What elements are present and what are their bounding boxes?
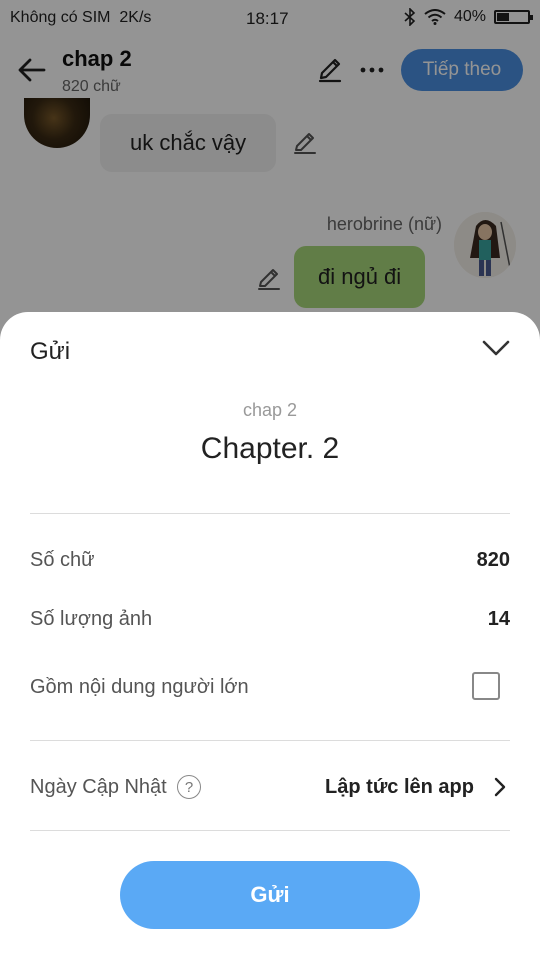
update-date-label: Ngày Cập Nhật xyxy=(30,776,167,798)
adult-content-checkbox[interactable] xyxy=(472,672,500,700)
chevron-down-icon[interactable] xyxy=(480,334,512,362)
chapter-name: chap 2 xyxy=(242,400,298,420)
divider xyxy=(30,740,510,741)
image-count-value: 14 xyxy=(487,608,510,630)
send-bottom-sheet: Gửi chap 2 Chapter. 2 Số chữ 820 Số lượn… xyxy=(0,312,540,960)
chevron-right-icon[interactable] xyxy=(492,776,508,798)
send-button[interactable]: Gửi xyxy=(120,861,420,929)
divider xyxy=(30,513,510,514)
divider xyxy=(30,830,510,831)
help-icon[interactable]: ? xyxy=(177,775,201,799)
chapter-heading: Chapter. 2 xyxy=(200,432,340,465)
word-count-label: Số chữ xyxy=(30,549,95,571)
adult-content-label: Gồm nội dung người lớn xyxy=(30,676,249,698)
update-date-value[interactable]: Lập tức lên app xyxy=(325,776,474,799)
sheet-title: Gửi xyxy=(30,338,71,365)
word-count-value: 820 xyxy=(476,549,510,571)
image-count-label: Số lượng ảnh xyxy=(30,608,153,630)
